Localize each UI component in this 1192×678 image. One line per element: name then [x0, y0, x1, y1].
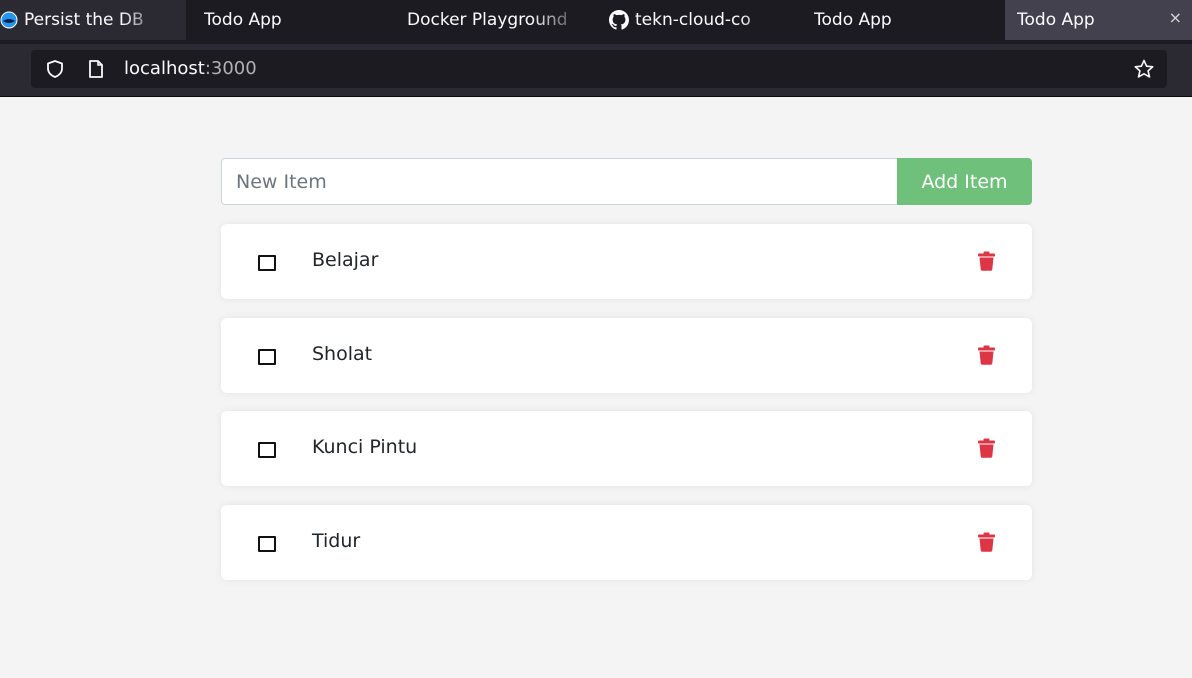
todo-item-name: Tidur: [312, 530, 361, 552]
tab-todo-app-1[interactable]: Todo App: [204, 0, 384, 40]
browser-tab-strip: Persist the DB Todo App Docker Playgroun…: [0, 0, 1192, 44]
checkbox-icon[interactable]: [258, 442, 276, 458]
trash-icon[interactable]: [977, 532, 996, 556]
tab-label: Todo App: [1017, 10, 1095, 30]
trash-icon[interactable]: [977, 345, 996, 369]
todo-app-page: Add Item Belajar Sholat Kunci Pintu: [0, 97, 1192, 678]
new-item-input[interactable]: [221, 158, 897, 205]
navigation-toolbar: localhost:3000: [0, 44, 1192, 97]
bookmark-star-icon[interactable]: [1133, 58, 1155, 84]
url-host: localhost: [124, 58, 205, 79]
tab-todo-app-2[interactable]: Todo App: [814, 0, 994, 40]
todo-item: Kunci Pintu: [221, 411, 1032, 486]
page-icon[interactable]: [87, 59, 105, 83]
todo-item-name: Kunci Pintu: [312, 436, 418, 458]
close-tab-icon[interactable]: ×: [1169, 8, 1182, 27]
checkbox-icon[interactable]: [258, 536, 276, 552]
address-bar[interactable]: localhost:3000: [31, 50, 1167, 88]
shield-icon[interactable]: [45, 59, 65, 83]
url-port: :3000: [204, 58, 257, 79]
tab-tekn-cloud[interactable]: tekn-cloud-co: [609, 0, 789, 40]
todo-item: Belajar: [221, 224, 1032, 299]
add-item-button[interactable]: Add Item: [897, 158, 1032, 205]
tab-label: Todo App: [204, 10, 282, 30]
tab-label: Todo App: [814, 10, 892, 30]
todo-item-name: Belajar: [312, 249, 379, 271]
tab-docker-playground[interactable]: Docker Playground: [407, 0, 587, 40]
checkbox-icon[interactable]: [258, 349, 276, 365]
trash-icon[interactable]: [977, 438, 996, 462]
github-icon: [609, 10, 629, 30]
trash-icon[interactable]: [977, 251, 996, 275]
docker-whale-icon: [0, 11, 18, 29]
tab-label: Persist the DB: [24, 10, 144, 30]
add-item-form: Add Item: [221, 158, 1032, 205]
todo-item-name: Sholat: [312, 343, 373, 365]
tab-todo-app-active[interactable]: Todo App ×: [1005, 0, 1192, 40]
tab-persist-the-db[interactable]: Persist the DB: [0, 0, 186, 40]
tab-label: Docker Playground: [407, 10, 568, 30]
todo-item: Sholat: [221, 318, 1032, 393]
url-text[interactable]: localhost:3000: [124, 58, 257, 79]
tab-label: tekn-cloud-co: [635, 10, 751, 30]
checkbox-icon[interactable]: [258, 255, 276, 271]
todo-item: Tidur: [221, 505, 1032, 580]
